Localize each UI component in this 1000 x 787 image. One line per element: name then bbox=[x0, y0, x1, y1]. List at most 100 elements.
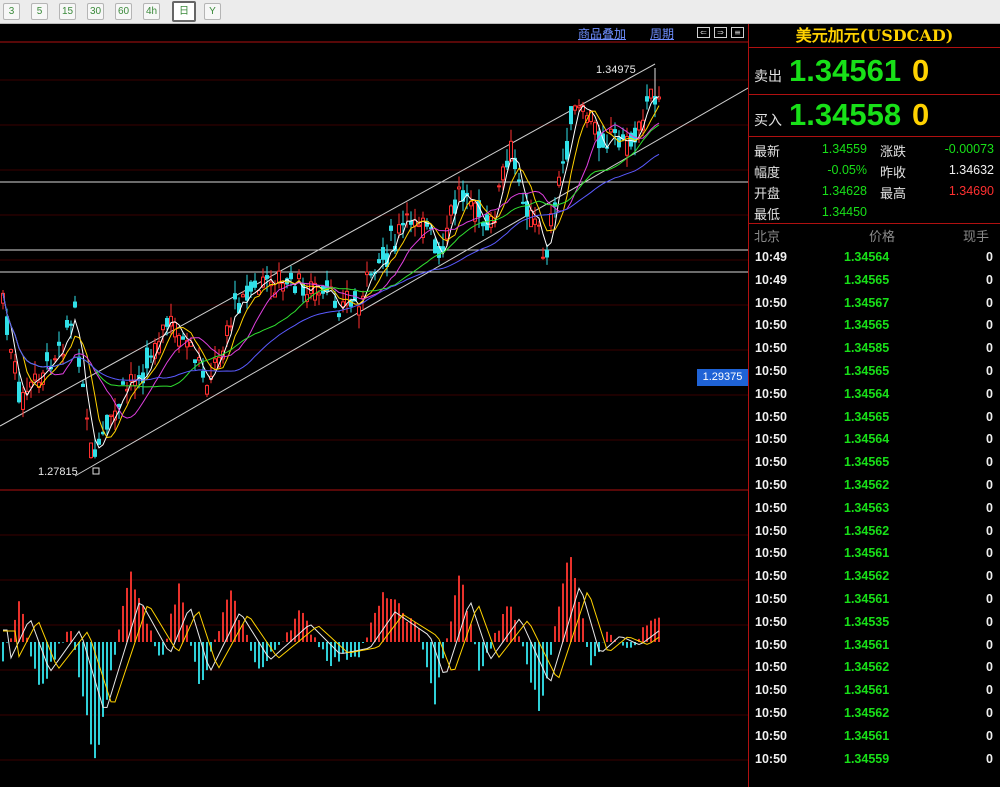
candle-body bbox=[313, 282, 317, 301]
candle-body bbox=[557, 176, 561, 186]
menu-icon[interactable]: ≡ bbox=[731, 27, 744, 38]
tick-row: 10:50 1.34562 0 bbox=[749, 520, 1000, 543]
tick-price: 1.34561 bbox=[844, 546, 890, 561]
moving-average-line bbox=[2, 153, 660, 381]
candle-body bbox=[53, 358, 57, 361]
pct-value: -0.05% bbox=[827, 163, 867, 177]
candle-body bbox=[33, 373, 37, 381]
tick-volume: 0 bbox=[986, 250, 993, 264]
tick-volume: 0 bbox=[986, 614, 993, 629]
period-button-30[interactable]: 30 bbox=[87, 3, 104, 20]
open-value: 1.34628 bbox=[821, 184, 867, 198]
candle-body bbox=[417, 224, 421, 227]
period-button-4h[interactable]: 4h bbox=[143, 3, 160, 20]
tick-price: 1.34565 bbox=[844, 409, 890, 424]
tick-volume: 0 bbox=[986, 432, 993, 447]
candle-body bbox=[249, 281, 253, 292]
sell-label: 卖出 bbox=[754, 69, 782, 85]
candle-body bbox=[433, 239, 437, 254]
tick-price: 1.34561 bbox=[844, 592, 890, 606]
tick-price: 1.34562 bbox=[844, 706, 890, 720]
tick-time: 10:50 bbox=[755, 500, 787, 515]
tick-row: 10:50 1.34535 0 bbox=[749, 611, 1000, 634]
low-label: 最低 bbox=[754, 208, 781, 223]
high-label: 最高 bbox=[880, 187, 907, 202]
period-button-day[interactable]: 日 bbox=[172, 1, 196, 22]
tick-volume: 0 bbox=[986, 500, 993, 515]
candle-body bbox=[97, 438, 101, 445]
tick-time: 10:50 bbox=[755, 318, 787, 333]
tick-time: 10:50 bbox=[755, 546, 787, 561]
tick-time: 10:50 bbox=[755, 523, 787, 538]
tick-volume: 0 bbox=[986, 569, 993, 584]
scroll-left-icon[interactable]: ⇐ bbox=[697, 27, 710, 38]
tick-price: 1.34567 bbox=[844, 295, 890, 310]
candle-body bbox=[573, 105, 577, 111]
period-button-60[interactable]: 60 bbox=[115, 3, 132, 20]
tick-time: 10:49 bbox=[755, 272, 787, 287]
candle-body bbox=[401, 222, 405, 226]
candle-body bbox=[517, 179, 521, 182]
scroll-right-icon[interactable]: ⇒ bbox=[714, 27, 727, 38]
period-link[interactable]: 周期 bbox=[650, 25, 674, 42]
tick-volume: 0 bbox=[986, 272, 993, 287]
pct-label: 幅度 bbox=[754, 166, 781, 181]
tick-row: 10:50 1.34562 0 bbox=[749, 656, 1000, 679]
candle-body bbox=[389, 225, 393, 231]
tick-volume: 0 bbox=[986, 478, 993, 492]
quote-panel: 美元加元(USDCAD) 卖出 1.34561 0 买入 1.34558 0 最… bbox=[748, 24, 1000, 787]
candle-body bbox=[457, 186, 461, 190]
tick-price: 1.34564 bbox=[844, 250, 890, 264]
tick-row: 10:50 1.34564 0 bbox=[749, 428, 1000, 451]
tick-time: 10:50 bbox=[755, 637, 787, 652]
tick-row: 10:50 1.34585 0 bbox=[749, 337, 1000, 360]
candle-body bbox=[77, 356, 81, 367]
candle-body bbox=[233, 293, 237, 300]
tick-time: 10:50 bbox=[755, 569, 787, 584]
period-button-3[interactable]: 3 bbox=[3, 3, 20, 20]
candle-body bbox=[121, 381, 125, 385]
candle-body bbox=[569, 106, 573, 125]
candle-body bbox=[89, 442, 93, 459]
candle-body bbox=[597, 131, 601, 149]
candle-body bbox=[69, 323, 73, 326]
candle-body bbox=[533, 218, 537, 225]
tick-row: 10:50 1.34561 0 bbox=[749, 588, 1000, 611]
candle-body bbox=[13, 361, 17, 374]
cursor-price-label: 1.29375 bbox=[697, 369, 748, 386]
tick-volume: 0 bbox=[986, 386, 993, 401]
tick-price: 1.34564 bbox=[844, 386, 890, 401]
change-value: -0.00073 bbox=[944, 142, 994, 156]
tick-time: 10:50 bbox=[755, 364, 787, 378]
high-value: 1.34690 bbox=[948, 184, 994, 198]
period-button-5[interactable]: 5 bbox=[31, 3, 48, 20]
tick-time: 10:50 bbox=[755, 478, 787, 492]
period-button-15[interactable]: 15 bbox=[59, 3, 76, 20]
candle-body bbox=[497, 185, 501, 188]
candle-body bbox=[365, 271, 369, 276]
sell-quote[interactable]: 卖出 1.34561 0 bbox=[749, 52, 1000, 92]
kline-chart-area[interactable]: 商品叠加 周期 ⇐ ⇒ ≡ 1.34975 1.27815 1.29375 bbox=[0, 24, 748, 787]
candle-body bbox=[445, 227, 449, 240]
candle-body bbox=[381, 247, 385, 260]
candle-body bbox=[397, 224, 401, 234]
tick-row: 10:49 1.34564 0 bbox=[749, 246, 1000, 269]
candle-body bbox=[117, 404, 121, 408]
candle-body bbox=[245, 285, 249, 301]
candle-body bbox=[5, 316, 9, 335]
divider bbox=[749, 94, 1000, 95]
candle-body bbox=[265, 275, 269, 279]
kline-chart[interactable] bbox=[0, 24, 748, 787]
tick-volume: 0 bbox=[986, 728, 993, 743]
candle-body bbox=[253, 280, 257, 288]
buy-quote[interactable]: 买入 1.34558 0 bbox=[749, 96, 1000, 136]
period-button-year[interactable]: Y bbox=[204, 3, 221, 20]
overlay-link[interactable]: 商品叠加 bbox=[578, 25, 626, 42]
candle-body bbox=[21, 392, 25, 410]
prev-close-value: 1.34632 bbox=[948, 163, 994, 177]
candle-body bbox=[73, 301, 77, 308]
tick-row: 10:50 1.34565 0 bbox=[749, 360, 1000, 383]
tick-price: 1.34535 bbox=[844, 614, 890, 629]
tick-row: 10:50 1.34561 0 bbox=[749, 542, 1000, 565]
candle-body bbox=[593, 122, 597, 135]
